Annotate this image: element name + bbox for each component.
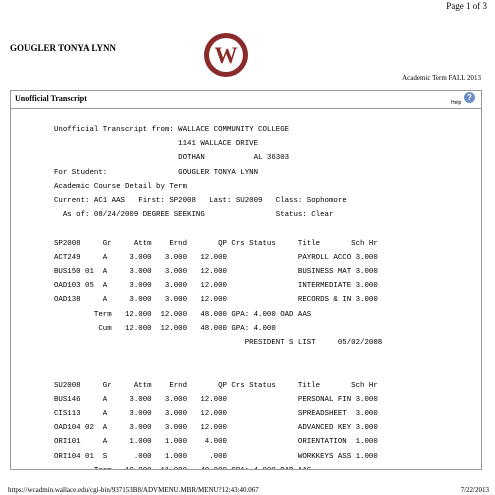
transcript-line: OAD138 A 3.000 3.000 12.000 RECORDS & IN… (54, 296, 378, 305)
footer-url: https://wcadmin.wallace.edu/cgi-bin/9371… (8, 486, 259, 494)
transcript-line: 1141 WALLACE DRIVE (54, 140, 259, 149)
transcript-line: For Student: GOUGLER TONYA LYNN (54, 168, 259, 177)
transcript-line: Term 12.000 12.000 48.000 GPA: 4.000 OAD… (54, 310, 312, 319)
transcript-line: Cum 12.000 12.000 48.000 GPA: 4.000 (54, 324, 276, 333)
transcript-line: BUS150 01 A 3.000 3.000 12.000 BUSINESS … (54, 268, 378, 276)
college-logo: W (204, 33, 248, 77)
panel-title: Unofficial Transcript (15, 94, 87, 103)
transcript-line: Current: AC1 AAS First: SP2008 Last: SU2… (54, 197, 347, 205)
panel-header: Unofficial Transcript ? Help (11, 91, 481, 109)
transcript-line: ORI101 A 1.000 1.000 4.000 ORIENTATION 1… (54, 438, 378, 447)
transcript-line: As of: 08/24/2009 DEGREE SEEKING Status:… (54, 211, 334, 220)
transcript-line: Unofficial Transcript from: WALLACE COMM… (54, 126, 290, 134)
transcript-line: PRESIDENT S LIST 05/02/2008 (54, 339, 383, 347)
transcript-line: Academic Course Detail by Term (54, 182, 188, 191)
transcript-line: SU2008 Gr Attm Ernd QP Crs Status Title … (54, 381, 378, 390)
transcript-line: ORI104 01 S .000 1.000 .000 WORKKEYS ASS… (54, 452, 378, 461)
help-label[interactable]: Help (451, 100, 461, 106)
transcript-line: SP2008 Gr Attm Ernd QP Crs Status Title … (54, 239, 378, 248)
help-button[interactable]: ? Help (451, 92, 475, 107)
help-question-icon[interactable]: ? (464, 92, 475, 103)
student-name-header: GOUGLER TONYA LYNN (10, 43, 117, 53)
transcript-panel: Unofficial Transcript ? Help Unofficial … (10, 90, 482, 470)
transcript-line: Term 10.000 11.000 40.000 GPA: 4.000 OAD… (54, 467, 311, 469)
transcript-line: CIS113 A 3.000 3.000 12.000 SPREADSHEET … (54, 410, 378, 418)
transcript-line: ACT249 A 3.000 3.000 12.000 PAYROLL ACCO… (54, 253, 378, 262)
transcript-line: BUS146 A 3.000 3.000 12.000 PERSONAL FIN… (54, 395, 378, 404)
footer-date: 7/22/2013 (460, 486, 489, 494)
logo-letter: W (214, 43, 238, 68)
transcript-line: OAD104 02 A 3.000 3.000 12.000 ADVANCED … (54, 424, 378, 433)
transcript-line: OAD103 05 A 3.000 3.000 12.000 INTERMEDI… (54, 282, 378, 291)
page-indicator: Page 1 of 3 (446, 1, 487, 11)
academic-term-label: Academic Term FALL 2013 (402, 74, 481, 82)
transcript-line: DOTHAN AL 36303 (54, 154, 290, 163)
